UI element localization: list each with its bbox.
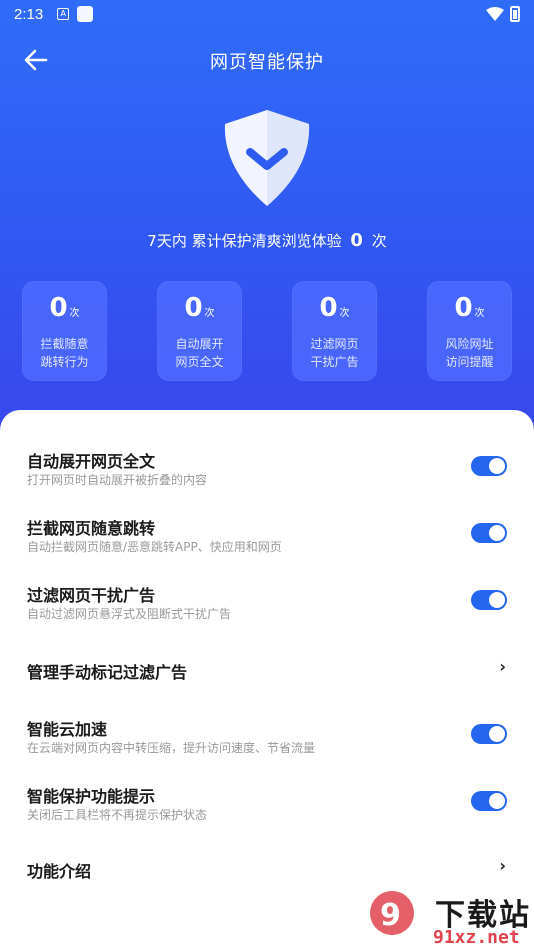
watermark-url: 91xz.net	[433, 927, 520, 948]
chevron-right-icon: ›	[499, 856, 506, 875]
setting-row-manage-marked-ads[interactable]: 管理手动标记过滤广告 ›	[0, 647, 534, 713]
summary-suffix: 次	[371, 232, 387, 250]
cloud-accel-toggle[interactable]	[471, 724, 507, 744]
wifi-icon	[486, 7, 504, 21]
filter-ads-toggle[interactable]	[471, 590, 507, 610]
protection-hint-toggle[interactable]	[471, 791, 507, 811]
setting-title: 功能介绍	[27, 862, 92, 881]
setting-subtitle: 在云端对网页内容中转压缩，提升访问速度、节省流量	[27, 741, 316, 755]
block-redirect-toggle[interactable]	[471, 523, 507, 543]
stat-label-line1: 自动展开	[175, 337, 224, 351]
top-bar: 网页智能保护	[0, 40, 534, 80]
stat-card-risk-url: 0次 风险网址访问提醒	[427, 281, 512, 381]
shield-check-icon	[224, 110, 310, 206]
stat-card-expand-page: 0次 自动展开网页全文	[157, 281, 242, 381]
stat-unit: 次	[204, 308, 215, 319]
stat-card-block-redirect: 0次 拦截随意跳转行为	[22, 281, 107, 381]
stat-value: 0	[49, 293, 68, 323]
stat-label-line2: 跳转行为	[40, 355, 89, 369]
stat-card-filter-ads: 0次 过滤网页干扰广告	[292, 281, 377, 381]
status-time: 2:13	[14, 5, 44, 23]
setting-title: 智能云加速	[27, 720, 108, 739]
setting-row-block-redirect[interactable]: 拦截网页随意跳转 自动拦截网页随意/恶意跳转APP、快应用和网页	[0, 513, 534, 579]
setting-subtitle: 打开网页时自动展开被折叠的内容	[27, 473, 208, 487]
stat-label-line2: 干扰广告	[310, 355, 359, 369]
protection-summary: 7天内 累计保护清爽浏览体验 0 次	[0, 230, 534, 251]
stat-label-line2: 访问提醒	[445, 355, 494, 369]
stat-label-line1: 过滤网页	[310, 337, 359, 351]
stat-value: 0	[184, 293, 203, 323]
setting-title: 自动展开网页全文	[27, 452, 156, 471]
stat-label-line2: 网页全文	[175, 355, 224, 369]
notification-square-icon	[77, 6, 94, 22]
stat-value: 0	[454, 293, 473, 323]
status-bar: 2:13 A	[0, 0, 534, 28]
svg-text:9: 9	[380, 898, 401, 933]
setting-subtitle: 自动拦截网页随意/恶意跳转APP、快应用和网页	[27, 540, 282, 554]
setting-row-cloud-accel[interactable]: 智能云加速 在云端对网页内容中转压缩，提升访问速度、节省流量	[0, 714, 534, 780]
stat-unit: 次	[474, 308, 485, 319]
setting-row-filter-ads[interactable]: 过滤网页干扰广告 自动过滤网页悬浮式及阻断式干扰广告	[0, 580, 534, 646]
stat-unit: 次	[69, 308, 80, 319]
page-title: 网页智能保护	[210, 52, 324, 73]
settings-panel: 自动展开网页全文 打开网页时自动展开被折叠的内容 拦截网页随意跳转 自动拦截网页…	[0, 410, 534, 950]
summary-count: 0	[350, 230, 363, 251]
stat-label-line1: 风险网址	[445, 337, 494, 351]
battery-icon	[510, 6, 520, 22]
summary-prefix: 7天内 累计保护清爽浏览体验	[147, 232, 342, 250]
stats-row: 0次 拦截随意 跳转行为 0次 自动展开 网页全文 0次 过滤网页 干扰广告 0次 风…	[22, 281, 512, 381]
notification-a-icon: A	[57, 8, 70, 20]
stat-unit: 次	[339, 308, 350, 319]
setting-subtitle: 关闭后工具栏将不再提示保护状态	[27, 808, 208, 822]
setting-row-protection-hint[interactable]: 智能保护功能提示 关闭后工具栏将不再提示保护状态	[0, 781, 534, 847]
setting-title: 过滤网页干扰广告	[27, 586, 156, 605]
setting-title: 拦截网页随意跳转	[27, 519, 156, 538]
setting-subtitle: 自动过滤网页悬浮式及阻断式干扰广告	[27, 607, 232, 621]
hero-section: 2:13 A 网页智能保护 7天内 累计保护清爽浏览体验 0 次 0次 拦截随意…	[0, 0, 534, 450]
stat-label-line1: 拦截随意	[40, 337, 89, 351]
chevron-right-icon: ›	[499, 657, 506, 676]
auto-expand-toggle[interactable]	[471, 456, 507, 476]
setting-title: 智能保护功能提示	[27, 787, 156, 806]
stat-value: 0	[319, 293, 338, 323]
setting-row-auto-expand[interactable]: 自动展开网页全文 打开网页时自动展开被折叠的内容	[0, 446, 534, 512]
setting-title: 管理手动标记过滤广告	[27, 663, 188, 682]
